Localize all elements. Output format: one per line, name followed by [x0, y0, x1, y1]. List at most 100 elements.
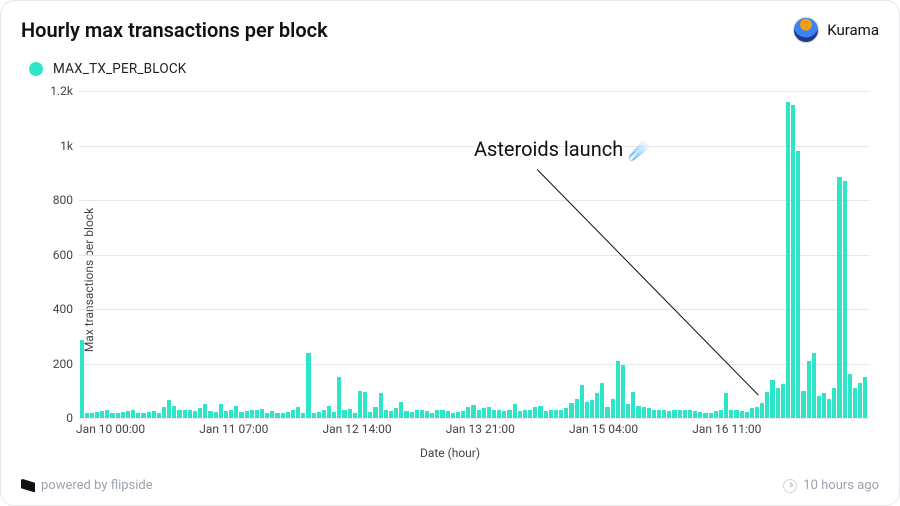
x-axis: Jan 10 00:00Jan 11 07:00Jan 12 14:00Jan … [79, 422, 869, 436]
bar [461, 411, 465, 418]
bar [466, 407, 470, 418]
bar [342, 410, 346, 418]
chart-title: Hourly max transactions per block [21, 18, 328, 42]
bar [724, 393, 728, 418]
bar [167, 400, 171, 418]
bar [719, 410, 723, 418]
bar [827, 399, 831, 418]
bar [497, 410, 501, 418]
bar [600, 383, 604, 418]
bar [745, 412, 749, 418]
card-header: Hourly max transactions per block Kurama [21, 17, 879, 43]
bar [729, 410, 733, 418]
bar [219, 404, 223, 418]
bar [306, 353, 310, 418]
bar [265, 413, 269, 418]
bar [848, 374, 852, 418]
y-tick-label: 600 [53, 248, 73, 262]
bar [152, 411, 156, 418]
y-tick-label: 800 [53, 193, 73, 207]
bar [224, 411, 228, 418]
bar [703, 413, 707, 418]
grid-line [79, 418, 869, 419]
bar [327, 406, 331, 418]
bar [791, 105, 795, 418]
bar [544, 411, 548, 418]
bar [631, 392, 635, 418]
bar [100, 411, 104, 418]
x-tick-label: Jan 10 00:00 [76, 422, 145, 436]
bar [538, 406, 542, 418]
card-footer: powered by flipside 10 hours ago [21, 478, 879, 493]
bar [843, 181, 847, 418]
bar [755, 407, 759, 418]
timestamp-label: 10 hours ago [803, 478, 879, 493]
bar [662, 410, 666, 418]
bar [652, 410, 656, 418]
bar [667, 411, 671, 418]
bar [116, 413, 120, 418]
bar [683, 410, 687, 418]
bar [678, 410, 682, 418]
bar [394, 408, 398, 418]
bar [642, 407, 646, 418]
bar [693, 411, 697, 418]
timestamp: 10 hours ago [783, 478, 879, 493]
bar [714, 411, 718, 418]
bar [110, 413, 114, 418]
bar [410, 412, 414, 418]
bar [559, 410, 563, 418]
bar [611, 399, 615, 418]
bar [214, 412, 218, 418]
bar [513, 404, 517, 418]
bar [322, 410, 326, 418]
legend-series-label: MAX_TX_PER_BLOCK [53, 61, 186, 77]
avatar [793, 17, 819, 43]
bar [420, 410, 424, 418]
bar [208, 411, 212, 418]
bar [136, 413, 140, 418]
bar [471, 405, 475, 418]
bar [245, 411, 249, 418]
author-chip[interactable]: Kurama [793, 17, 879, 43]
bar [502, 411, 506, 418]
bar [162, 407, 166, 418]
bar [709, 413, 713, 418]
bar [193, 411, 197, 418]
bar [740, 411, 744, 418]
x-tick-label: Jan 15 04:00 [569, 422, 638, 436]
bar [286, 412, 290, 418]
bar [430, 413, 434, 418]
bar [698, 412, 702, 418]
bar [621, 365, 625, 418]
bar [564, 408, 568, 418]
bar [492, 410, 496, 418]
x-tick-label: Jan 13 21:00 [446, 422, 515, 436]
bar [90, 413, 94, 418]
bar [425, 411, 429, 418]
bar [482, 408, 486, 418]
bar [518, 411, 522, 418]
powered-by-label: powered by flipside [41, 478, 153, 493]
bar [399, 402, 403, 418]
bar [858, 383, 862, 418]
bar [85, 413, 89, 418]
plot-area: 02004006008001k1.2kAsteroids launch ☄️ [79, 91, 869, 418]
bar [523, 410, 527, 418]
bar [250, 410, 254, 418]
y-tick-label: 400 [53, 302, 73, 316]
bar [487, 407, 491, 418]
bar [776, 388, 780, 418]
bar [172, 406, 176, 418]
bar [275, 413, 279, 418]
bar [760, 403, 764, 418]
bar [126, 411, 130, 418]
bar [131, 410, 135, 418]
bar [734, 410, 738, 418]
bar [688, 410, 692, 418]
powered-by[interactable]: powered by flipside [21, 478, 153, 493]
bar [183, 410, 187, 418]
bar [636, 406, 640, 418]
bar [451, 413, 455, 418]
bar [95, 412, 99, 418]
